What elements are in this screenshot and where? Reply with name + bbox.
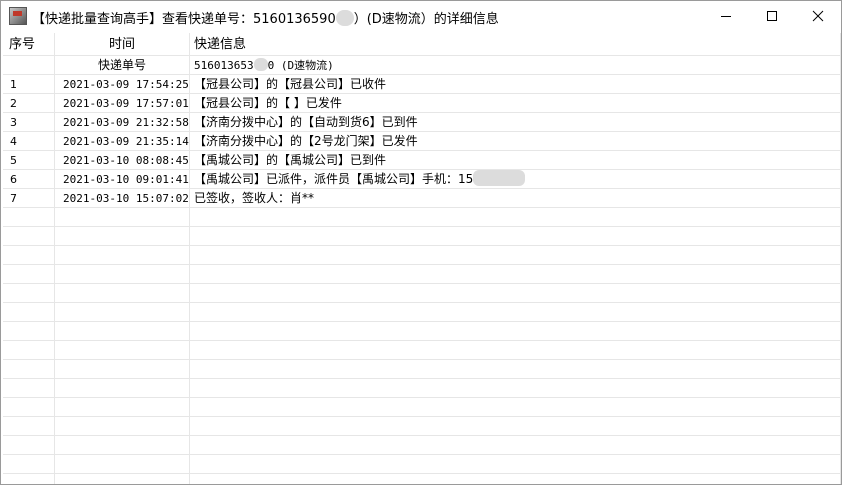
desktop-background [0, 485, 844, 490]
tracking-number-value: 516013653 0 (D速物流) [194, 56, 334, 75]
row-divider [3, 283, 841, 284]
row-index: 2 [10, 97, 17, 110]
tracking-number-visible: 516013653 [194, 59, 254, 72]
tracking-detail-table[interactable]: 序号 时间 快递信息 快递单号 516013653 0 (D速物流) 1 2021… [3, 33, 841, 484]
row-time: 2021-03-10 08:08:45 [63, 154, 189, 167]
redacted-blur [335, 10, 354, 26]
maximize-button[interactable] [749, 1, 795, 31]
row-divider [3, 359, 841, 360]
row-time: 2021-03-10 09:01:41 [63, 173, 189, 186]
row-index: 4 [10, 135, 17, 148]
row-divider [3, 226, 841, 227]
row-index: 1 [10, 78, 17, 91]
redacted-blur [473, 170, 526, 186]
row-divider [3, 416, 841, 417]
row-index: 7 [10, 192, 17, 205]
row-index: 5 [10, 154, 17, 167]
minimize-icon [721, 16, 731, 17]
row-time: 2021-03-09 17:57:01 [63, 97, 189, 110]
row-divider [3, 454, 841, 455]
row-info: 【禹城公司】的【禹城公司】已到件 [194, 153, 387, 167]
maximize-icon [767, 11, 777, 21]
row-divider [3, 264, 841, 265]
window-title: 【快递批量查询高手】查看快递单号：5160136590 ）(D速物流）的详细信息 [32, 8, 499, 27]
close-icon [812, 10, 824, 22]
row-info: 【济南分拨中心】的【自动到货6】已到件 [194, 115, 418, 129]
row-divider [3, 340, 841, 341]
tracking-number-suffix: 0 (D速物流) [267, 59, 334, 72]
row-divider [3, 473, 841, 474]
row-divider [3, 397, 841, 398]
row-info: 【禹城公司】已派件，派件员【禹城公司】手机：15 [194, 170, 526, 189]
row-info: 【冠县公司】的【冠县公司】已收件 [194, 77, 387, 91]
row-divider [3, 321, 841, 322]
row-time: 2021-03-09 21:32:58 [63, 116, 189, 129]
row-divider [3, 435, 841, 436]
row-info: 【济南分拨中心】的【2号龙门架】已发件 [194, 134, 418, 148]
row-divider [3, 378, 841, 379]
row-time: 2021-03-10 15:07:02 [63, 192, 189, 205]
title-bar[interactable]: 【快递批量查询高手】查看快递单号：5160136590 ）(D速物流）的详细信息 [1, 1, 841, 31]
row-index: 6 [10, 173, 17, 186]
close-button[interactable] [795, 1, 841, 31]
column-header-index[interactable]: 序号 [9, 35, 35, 54]
row-time: 2021-03-09 21:35:14 [63, 135, 189, 148]
row-info: 【冠县公司】的【 】已发件 [194, 96, 342, 110]
window-title-suffix: ）(D速物流）的详细信息 [353, 12, 499, 27]
window-title-prefix: 【快递批量查询高手】查看快递单号：5160136590 [32, 12, 336, 27]
redacted-blur [253, 58, 268, 71]
row-info: 已签收，签收人：肖** [194, 191, 315, 205]
row-divider [3, 245, 841, 246]
row-index: 3 [10, 116, 17, 129]
row-divider [3, 302, 841, 303]
column-header-time[interactable]: 时间 [55, 35, 189, 54]
row-info-text: 【禹城公司】已派件，派件员【禹城公司】手机：15 [194, 172, 474, 186]
tracking-detail-window: 【快递批量查询高手】查看快递单号：5160136590 ）(D速物流）的详细信息 [0, 0, 842, 485]
tracking-number-label: 快递单号 [97, 58, 146, 72]
row-time: 2021-03-09 17:54:25 [63, 78, 189, 91]
app-icon [9, 7, 27, 25]
minimize-button[interactable] [703, 1, 749, 31]
column-header-info[interactable]: 快递信息 [194, 35, 246, 54]
